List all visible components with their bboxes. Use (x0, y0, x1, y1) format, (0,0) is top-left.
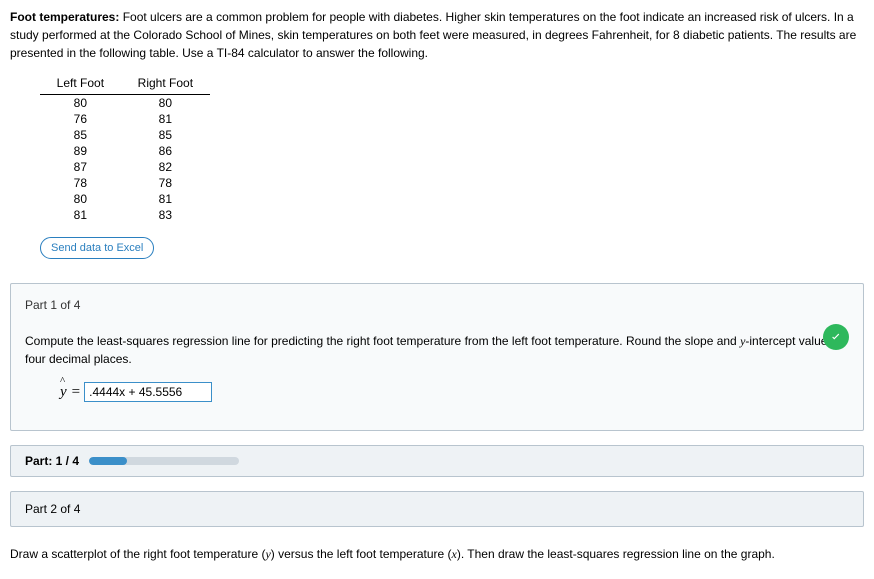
progress-bar: Part: 1 / 4 (10, 445, 864, 477)
progress-track (89, 457, 239, 465)
part2-prompt: Draw a scatterplot of the right foot tem… (10, 541, 864, 571)
table-row: 8986 (40, 143, 210, 159)
intro-text: Foot ulcers are a common problem for peo… (10, 10, 856, 60)
y-hat-symbol: y (59, 384, 68, 401)
data-table: Left Foot Right Foot 8080 7681 8585 8986… (40, 72, 210, 223)
correct-check-icon (823, 324, 849, 350)
part1-header: Part 1 of 4 (25, 298, 849, 312)
regression-equation: y = (59, 382, 849, 402)
intro-bold: Foot temperatures: (10, 10, 119, 24)
table-row: 8081 (40, 191, 210, 207)
equals-sign: = (72, 384, 80, 401)
table-row: 8183 (40, 207, 210, 223)
table-row: 8585 (40, 127, 210, 143)
part1-container: Part 1 of 4 Compute the least-squares re… (10, 283, 864, 431)
part2-header: Part 2 of 4 (10, 491, 864, 527)
col-header-right: Right Foot (121, 72, 210, 95)
table-row: 8080 (40, 95, 210, 112)
progress-label: Part: 1 / 4 (25, 454, 79, 468)
progress-fill (89, 457, 127, 465)
col-header-left: Left Foot (40, 72, 121, 95)
regression-answer-input[interactable] (84, 382, 212, 402)
table-row: 7878 (40, 175, 210, 191)
send-to-excel-button[interactable]: Send data to Excel (40, 237, 154, 259)
intro-paragraph: Foot temperatures: Foot ulcers are a com… (10, 8, 864, 62)
part1-prompt: Compute the least-squares regression lin… (25, 332, 849, 368)
table-row: 8782 (40, 159, 210, 175)
table-row: 7681 (40, 111, 210, 127)
